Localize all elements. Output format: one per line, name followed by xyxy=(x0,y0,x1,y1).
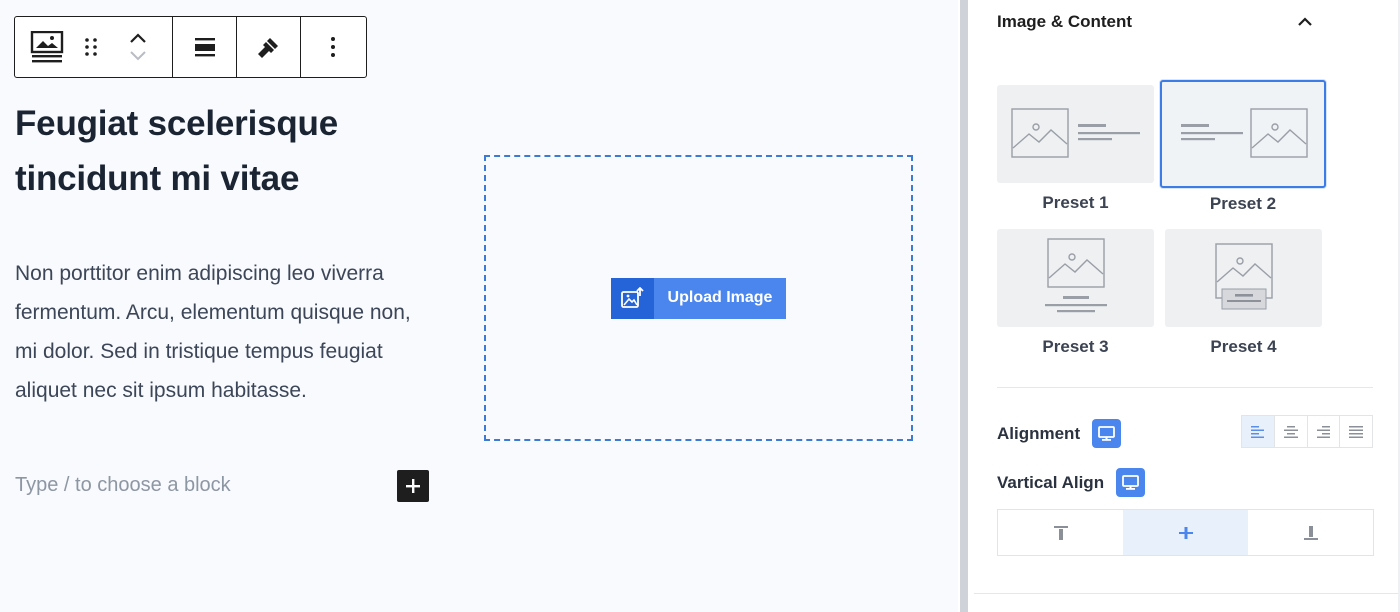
toolbar-group-styles xyxy=(237,17,301,77)
section-divider xyxy=(997,387,1373,388)
desktop-icon xyxy=(1098,425,1116,441)
upload-image-icon-box xyxy=(610,277,654,319)
preset-4-thumbnail xyxy=(1165,229,1322,327)
align-left-icon xyxy=(1250,425,1264,438)
plus-icon xyxy=(406,479,420,493)
valign-bottom-button[interactable] xyxy=(1248,510,1373,555)
upload-image-button[interactable]: Upload Image xyxy=(610,277,787,319)
desktop-icon xyxy=(1122,474,1139,490)
preset-1[interactable]: Preset 1 xyxy=(997,85,1154,213)
media-text-icon xyxy=(30,31,64,63)
align-middle-icon xyxy=(1178,526,1193,539)
sidebar-bottom-divider xyxy=(974,593,1398,594)
align-left-button[interactable] xyxy=(1242,416,1275,447)
preset-image-overlay-icon xyxy=(1214,243,1273,310)
preset-label: Preset 1 xyxy=(1042,193,1109,212)
toolbar-group-block xyxy=(15,17,173,77)
preset-label: Preset 4 xyxy=(1210,337,1277,356)
align-center-button[interactable] xyxy=(1275,416,1308,447)
preset-image-left-icon xyxy=(1010,108,1140,158)
chevron-up-icon[interactable] xyxy=(129,32,147,44)
preset-label: Preset 3 xyxy=(1042,337,1109,356)
preset-image-top-icon xyxy=(1044,238,1107,313)
preset-image-right-icon xyxy=(1181,108,1308,158)
upload-image-label: Upload Image xyxy=(653,277,787,319)
image-upload-zone[interactable]: Upload Image xyxy=(484,155,913,441)
preset-3-thumbnail xyxy=(997,229,1154,327)
align-center-icon xyxy=(194,38,215,57)
alignment-row: Alignment xyxy=(997,419,1122,448)
styles-button[interactable] xyxy=(237,17,300,77)
settings-sidebar: Image & Content Preset 1 Preset 2 Preset… xyxy=(974,0,1400,612)
vertical-align-button-group xyxy=(997,509,1374,556)
alignment-button-group xyxy=(1241,415,1373,448)
drag-handle[interactable] xyxy=(69,17,113,77)
panel-header-image-content[interactable]: Image & Content xyxy=(997,10,1313,34)
vertical-align-device-toggle[interactable] xyxy=(1116,468,1146,497)
drag-dots-icon xyxy=(85,38,97,56)
block-heading[interactable]: Feugiat scelerisque tincidunt mi vitae xyxy=(15,96,435,206)
alignment-label: Alignment xyxy=(997,423,1081,443)
image-upload-icon xyxy=(621,287,644,308)
splitter-bar xyxy=(960,0,968,612)
options-button[interactable] xyxy=(301,17,365,77)
align-justify-button[interactable] xyxy=(1340,416,1372,447)
align-bottom-icon xyxy=(1303,525,1318,540)
valign-top-button[interactable] xyxy=(998,510,1123,555)
align-right-button[interactable] xyxy=(1308,416,1341,447)
chevron-up-icon xyxy=(1298,17,1312,26)
block-toolbar xyxy=(14,16,367,78)
vertical-align-label: Vartical Align xyxy=(997,472,1105,492)
align-right-icon xyxy=(1317,425,1331,438)
panel-splitter[interactable] xyxy=(958,0,974,612)
preset-2-thumbnail xyxy=(1160,80,1326,188)
align-center-text-icon xyxy=(1283,425,1298,438)
preset-1-thumbnail xyxy=(997,85,1154,183)
more-vertical-icon xyxy=(331,37,335,57)
align-button[interactable] xyxy=(173,17,236,77)
block-placeholder[interactable]: Type / to choose a block xyxy=(15,474,231,497)
block-paragraph[interactable]: Non porttitor enim adipiscing leo viverr… xyxy=(15,254,435,410)
alignment-device-toggle[interactable] xyxy=(1092,419,1122,448)
brush-icon xyxy=(257,38,278,58)
panel-title: Image & Content xyxy=(997,12,1133,31)
editor-canvas: Feugiat scelerisque tincidunt mi vitae N… xyxy=(0,0,958,612)
chevron-down-icon[interactable] xyxy=(129,50,147,62)
add-block-button[interactable] xyxy=(397,470,429,502)
toolbar-group-options xyxy=(301,17,365,77)
preset-2[interactable]: Preset 2 xyxy=(1160,80,1326,214)
block-type-button[interactable] xyxy=(25,17,69,77)
valign-center-button[interactable] xyxy=(1123,510,1248,555)
vertical-align-row: Vartical Align xyxy=(997,468,1146,497)
preset-3[interactable]: Preset 3 xyxy=(997,229,1154,357)
align-top-icon xyxy=(1053,525,1068,540)
move-buttons xyxy=(113,17,163,77)
align-justify-icon xyxy=(1349,425,1364,438)
toolbar-group-align xyxy=(173,17,237,77)
preset-4[interactable]: Preset 4 xyxy=(1165,229,1322,357)
preset-label: Preset 2 xyxy=(1209,194,1277,213)
